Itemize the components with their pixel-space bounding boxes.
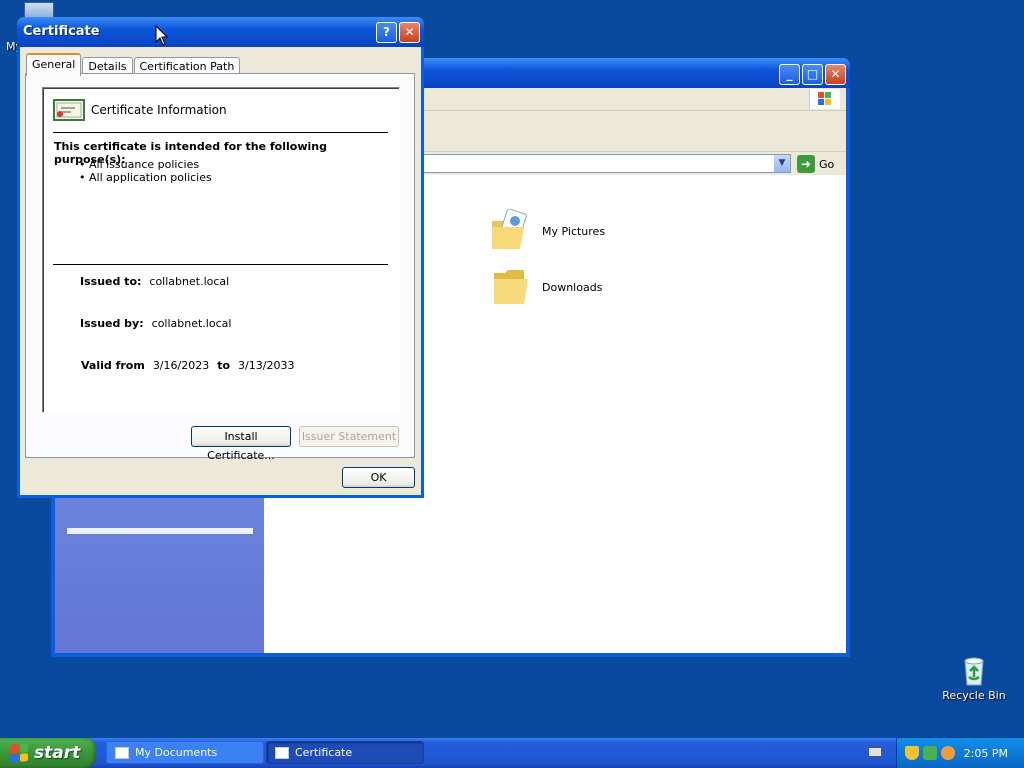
purpose-list: All issuance policies All application po… xyxy=(79,158,212,184)
go-button[interactable]: ➜ Go xyxy=(797,155,834,173)
folder-window-icon xyxy=(115,746,129,759)
issued-by-label: Issued by: xyxy=(80,317,144,330)
system-tray: 2:05 PM xyxy=(896,738,1024,768)
security-shield-icon[interactable] xyxy=(905,746,919,760)
file-name: Downloads xyxy=(542,280,603,294)
minimize-button[interactable]: _ xyxy=(779,64,800,85)
valid-to-value: 3/13/2033 xyxy=(238,359,295,372)
issued-to-row: Issued to: collabnet.local xyxy=(80,275,229,288)
taskbar-item-certificate[interactable]: Certificate xyxy=(266,741,424,764)
clock: 2:05 PM xyxy=(963,746,1008,760)
list-item: All issuance policies xyxy=(79,158,212,171)
divider xyxy=(53,132,388,133)
tab-general[interactable]: General xyxy=(26,53,82,76)
network-icon[interactable] xyxy=(923,746,937,760)
task-pane-divider xyxy=(67,528,253,534)
start-label: start xyxy=(34,743,81,763)
taskbar: start My Documents Certificate 2:05 PM xyxy=(0,738,1024,768)
info-heading-text: Certificate Information xyxy=(91,103,227,117)
certificate-dialog: Certificate ? ✕ General Details Certific… xyxy=(17,17,424,498)
desktop-icon-label: Recycle Bin xyxy=(942,689,1006,702)
list-item-downloads[interactable]: Downloads xyxy=(490,267,602,307)
certificate-info-box: Certificate Information This certificate… xyxy=(42,87,400,413)
go-arrow-icon: ➜ xyxy=(797,155,815,173)
list-item: All application policies xyxy=(79,171,212,184)
taskbar-item-my-documents[interactable]: My Documents xyxy=(106,741,264,764)
valid-from-value: 3/16/2023 xyxy=(152,359,210,372)
dialog-title: Certificate xyxy=(23,24,100,39)
close-button[interactable]: ✕ xyxy=(399,22,420,43)
folder-icon xyxy=(494,270,528,304)
valid-row: Valid from 3/16/2023 to 3/13/2033 xyxy=(81,359,294,372)
search-icon[interactable] xyxy=(941,746,955,760)
issued-by-row: Issued by: collabnet.local xyxy=(80,317,231,330)
install-certificate-button[interactable]: Install Certificate... xyxy=(191,426,291,462)
chevron-down-icon[interactable]: ▼ xyxy=(774,155,790,172)
info-heading: Certificate Information xyxy=(53,98,227,122)
issued-to-value: collabnet.local xyxy=(149,275,230,288)
desktop-icon-recycle-bin[interactable]: Recycle Bin xyxy=(940,655,1008,702)
start-button[interactable]: start xyxy=(0,738,96,768)
go-label: Go xyxy=(819,157,835,171)
divider xyxy=(53,264,388,265)
certificate-icon xyxy=(53,99,85,121)
keyboard-icon[interactable] xyxy=(868,747,882,757)
recycle-bin-icon xyxy=(964,657,984,686)
issued-to-label: Issued to: xyxy=(80,275,142,288)
mouse-cursor-icon xyxy=(155,25,169,46)
file-name: My Pictures xyxy=(542,224,606,238)
help-button[interactable]: ? xyxy=(376,22,397,43)
dialog-title-bar[interactable]: Certificate ? ✕ xyxy=(17,17,424,47)
taskbar-item-label: Certificate xyxy=(295,746,353,759)
ok-button[interactable]: OK xyxy=(342,467,415,488)
issued-by-value: collabnet.local xyxy=(151,317,232,330)
list-item-my-pictures[interactable]: My Pictures xyxy=(490,209,605,253)
issuer-statement-button[interactable]: Issuer Statement xyxy=(299,426,399,447)
valid-to-label: to xyxy=(217,359,231,372)
windows-flag-icon xyxy=(10,743,28,763)
maximize-button[interactable]: □ xyxy=(802,64,823,85)
general-tab-panel: Certificate Information This certificate… xyxy=(25,73,415,462)
window-icon xyxy=(275,746,289,759)
taskbar-item-label: My Documents xyxy=(135,746,218,759)
windows-logo-icon xyxy=(809,89,840,109)
valid-from-label: Valid from xyxy=(81,359,145,372)
close-button[interactable]: ✕ xyxy=(825,64,846,85)
pictures-folder-icon xyxy=(492,209,527,249)
